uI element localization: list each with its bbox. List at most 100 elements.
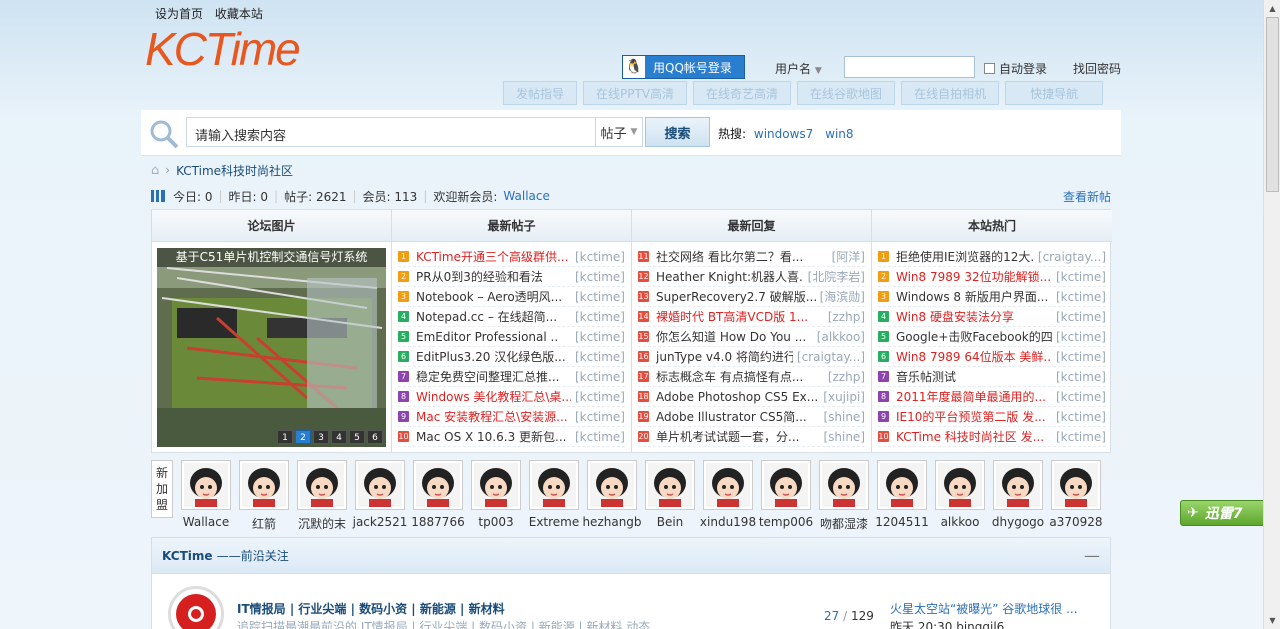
home-icon[interactable]: ⌂ <box>151 163 159 178</box>
list-item[interactable]: 8 Windows 美化教程汇总\桌... [kctime] <box>398 387 625 407</box>
list-item[interactable]: 3 Notebook – Aero透明风... [kctime] <box>398 287 625 307</box>
member-name[interactable]: 红箭 <box>252 515 276 532</box>
post-author[interactable]: [kctime] <box>575 410 625 424</box>
post-title[interactable]: Windows 美化教程汇总\桌... <box>416 388 571 405</box>
post-title[interactable]: IE10的平台预览第二版 发... <box>896 408 1052 425</box>
post-title[interactable]: 裸婚时代 BT高清VCD版 1... <box>656 308 824 325</box>
post-author[interactable]: [kctime] <box>575 350 625 364</box>
member-name[interactable]: Extreme <box>529 515 580 529</box>
post-author[interactable]: [kctime] <box>1056 370 1106 384</box>
post-title[interactable]: 2011年度最简单最通用的... <box>896 388 1052 405</box>
avatar[interactable] <box>1051 460 1101 510</box>
post-title[interactable]: Adobe Illustrator CS5简... <box>656 408 819 425</box>
member-name[interactable]: alkkoo <box>941 515 980 529</box>
avatar[interactable] <box>993 460 1043 510</box>
scroll-up-icon[interactable]: ▲ <box>1264 0 1280 17</box>
list-item[interactable]: 1 KCTime开通三个高级群供... [kctime] <box>398 247 625 267</box>
member-item[interactable]: tp003 <box>467 456 525 532</box>
member-name[interactable]: 1887766 <box>411 515 464 529</box>
newest-member-link[interactable]: Wallace <box>503 189 549 203</box>
forum-section-title[interactable]: KCTime ——前沿关注 <box>162 547 289 564</box>
find-password-link[interactable]: 找回密码 <box>1073 60 1121 77</box>
avatar[interactable] <box>935 460 985 510</box>
view-new-posts-link[interactable]: 查看新帖 <box>1063 188 1111 205</box>
nav-qiyi[interactable]: 在线奇艺高清 <box>693 81 792 105</box>
site-logo[interactable]: KCTime <box>145 22 301 76</box>
post-author[interactable]: [kctime] <box>575 250 625 264</box>
post-author[interactable]: [kctime] <box>575 290 625 304</box>
nav-selfie-camera[interactable]: 在线自拍相机 <box>901 81 1000 105</box>
thunder-widget[interactable]: ✈ 迅雷7 <box>1180 500 1275 526</box>
search-button[interactable]: 搜索 <box>645 117 710 147</box>
qq-login-button[interactable]: 🐧 用QQ帐号登录 <box>622 55 745 79</box>
member-item[interactable]: a370928 <box>1047 456 1105 532</box>
post-title[interactable]: EmEditor Professional .. <box>416 330 571 344</box>
list-item[interactable]: 19 Adobe Illustrator CS5简... [shine] <box>638 407 865 427</box>
avatar[interactable] <box>703 460 753 510</box>
search-type-select[interactable]: 帖子 ▼ <box>595 117 643 147</box>
member-item[interactable]: Extreme <box>525 456 583 532</box>
list-item[interactable]: 12 Heather Knight:机器人喜... [北院李岩] <box>638 267 865 287</box>
member-item[interactable]: 红箭 <box>235 456 293 532</box>
avatar[interactable] <box>761 460 811 510</box>
list-item[interactable]: 5 Google+击败Facebook的四... [kctime] <box>878 327 1106 347</box>
member-item[interactable]: jack2521 <box>351 456 409 532</box>
list-item[interactable]: 1 拒绝使用IE浏览器的12大... [craigtay...] <box>878 247 1106 267</box>
post-title[interactable]: 音乐帖测试 <box>896 368 1052 385</box>
post-title[interactable]: Win8 硬盘安装法分享 <box>896 308 1052 325</box>
username-input[interactable] <box>844 56 975 78</box>
post-title[interactable]: Win8 7989 64位版本 美鲜... <box>896 348 1052 365</box>
nav-pptv[interactable]: 在线PPTV高清 <box>583 81 688 105</box>
post-author[interactable]: [kctime] <box>1056 430 1106 444</box>
subforum-links[interactable]: IT情报局 | 行业尖端 | 数码小资 | 新能源 | 新材料 <box>237 600 505 617</box>
list-item[interactable]: 5 EmEditor Professional .. [kctime] <box>398 327 625 347</box>
list-item[interactable]: 14 裸婚时代 BT高清VCD版 1... [zzhp] <box>638 307 865 327</box>
list-item[interactable]: 11 社交网络 看比尔第二？看... [阿洋] <box>638 247 865 267</box>
auto-login-checkbox[interactable] <box>984 63 995 74</box>
post-title[interactable]: SuperRecovery2.7 破解版... <box>656 288 816 305</box>
member-name[interactable]: xindu198 <box>700 515 756 529</box>
member-item[interactable]: 沉默的末 <box>293 456 351 532</box>
avatar[interactable] <box>355 460 405 510</box>
post-author[interactable]: [阿洋] <box>832 248 865 265</box>
post-author[interactable]: [海滨勋] <box>820 288 865 305</box>
page-scrollbar[interactable]: ▲ ▼ <box>1263 0 1280 629</box>
member-name[interactable]: jack2521 <box>353 515 408 529</box>
scroll-down-icon[interactable]: ▼ <box>1264 612 1280 629</box>
photo-page[interactable]: 1 <box>277 430 293 444</box>
post-title[interactable]: Mac 安装教程汇总\安装源... <box>416 408 571 425</box>
bookmark-link[interactable]: 收藏本站 <box>215 7 263 21</box>
avatar[interactable] <box>471 460 521 510</box>
post-title[interactable]: 你怎么知道 How Do You ... <box>656 328 813 345</box>
member-name[interactable]: temp006 <box>759 515 813 529</box>
avatar[interactable] <box>413 460 463 510</box>
photo-page[interactable]: 5 <box>349 430 365 444</box>
member-item[interactable]: dhygogo <box>989 456 1047 532</box>
member-name[interactable]: 吻都湿漆 <box>820 515 868 532</box>
nav-quick[interactable]: 快捷导航 <box>1005 81 1104 105</box>
list-item[interactable]: 16 junType v4.0 将简约进行... [craigtay...] <box>638 347 865 367</box>
list-item[interactable]: 4 Win8 硬盘安装法分享 [kctime] <box>878 307 1106 327</box>
post-author[interactable]: [北院李岩] <box>808 268 865 285</box>
list-item[interactable]: 7 音乐帖测试 [kctime] <box>878 367 1106 387</box>
avatar[interactable] <box>877 460 927 510</box>
post-author[interactable]: [kctime] <box>575 270 625 284</box>
avatar[interactable] <box>239 460 289 510</box>
post-title[interactable]: KCTime 科技时尚社区 发... <box>896 428 1052 445</box>
member-name[interactable]: 1204511 <box>875 515 928 529</box>
member-name[interactable]: 沉默的末 <box>298 515 346 532</box>
list-item[interactable]: 8 2011年度最简单最通用的... [kctime] <box>878 387 1106 407</box>
list-item[interactable]: 18 Adobe Photoshop CS5 Ex... [xujipi] <box>638 387 865 407</box>
avatar[interactable] <box>819 460 869 510</box>
list-item[interactable]: 10 Mac OS X 10.6.3 更新包... [kctime] <box>398 427 625 447</box>
breadcrumb-site[interactable]: KCTime科技时尚社区 <box>176 162 293 179</box>
list-item[interactable]: 15 你怎么知道 How Do You ... [alkkoo] <box>638 327 865 347</box>
post-title[interactable]: PR从0到3的经验和看法 <box>416 268 571 285</box>
hot-term[interactable]: windows7 <box>754 127 813 141</box>
list-item[interactable]: 17 标志概念车 有点搞怪有点... [zzhp] <box>638 367 865 387</box>
member-item[interactable]: xindu198 <box>699 456 757 532</box>
post-author[interactable]: [kctime] <box>1056 390 1106 404</box>
photo-page[interactable]: 6 <box>367 430 383 444</box>
avatar[interactable] <box>587 460 637 510</box>
member-item[interactable]: temp006 <box>757 456 815 532</box>
